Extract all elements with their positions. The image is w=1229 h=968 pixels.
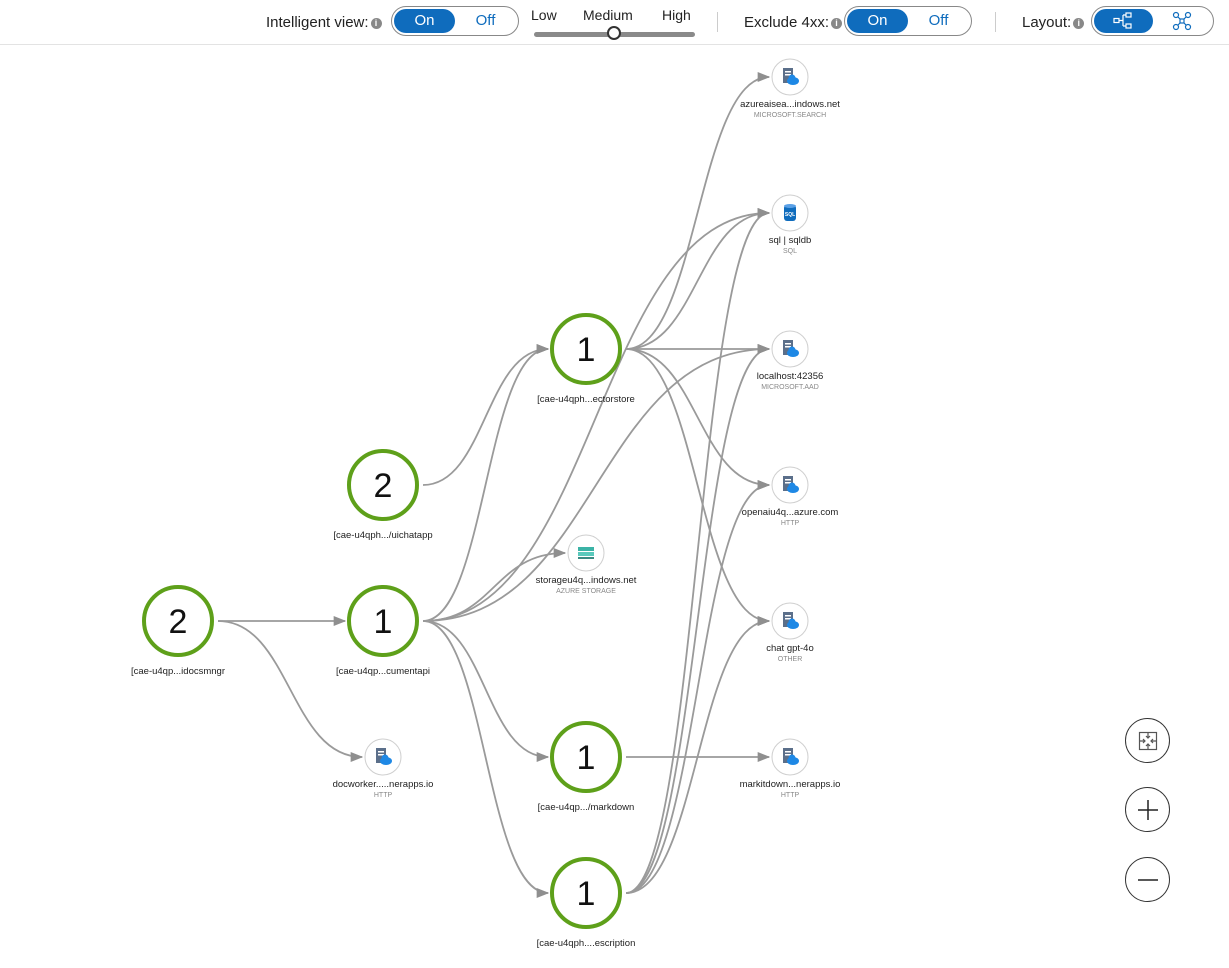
sql-icon: SQL [784,204,796,221]
edge-documentapi-to-vectorstore[interactable] [422,344,550,622]
node-label: [cae-u4qph....escription [537,938,636,949]
edge-vectorstore-to-sql[interactable] [625,207,771,350]
edge-vectorstore-to-chatgpt[interactable] [625,348,771,626]
node-label: [cae-u4qph...ectorstore [537,394,635,405]
node-openai[interactable]: openaiu4q...azure.com HTTP [742,466,839,527]
edge-uichatapp-to-vectorstore[interactable] [422,343,550,486]
edge-description-to-sql[interactable] [625,208,771,894]
node-storage[interactable]: storageu4q...indows.net AZURE STORAGE [536,534,637,595]
node-instance-count: 1 [577,739,596,777]
exclude-4xx-on[interactable]: On [847,9,908,33]
layout-text: Layout: [1022,14,1072,31]
zoom-out-button[interactable] [1125,857,1170,902]
hierarchical-layout-button[interactable] [1094,9,1153,33]
exclude-4xx-off[interactable]: Off [908,9,969,33]
edge-docsmngr-to-docworker[interactable] [217,620,364,763]
network-layout-icon [1172,11,1191,31]
info-icon[interactable]: i [370,17,382,29]
slider-medium-label: Medium [583,7,633,23]
fit-to-screen-icon [1138,731,1157,750]
intelligent-view-text: Intelligent view: [266,14,369,31]
info-icon[interactable]: i [831,17,843,29]
intelligent-view-label: Intelligent view: i [266,14,382,31]
node-instance-count: 2 [374,467,393,505]
intelligent-view-off[interactable]: Off [455,9,516,33]
dependency-label: storageu4q...indows.net [536,575,637,586]
dependency-label: openaiu4q...azure.com [742,507,839,518]
node-label: [cae-u4qp...cumentapi [336,666,430,677]
dependency-type: MICROSOFT.AAD [761,384,819,391]
node-description[interactable]: 1 [cae-u4qph....escription [537,857,636,949]
node-docworker[interactable]: docworker.....nerapps.io HTTP [333,738,434,799]
node-docsmngr[interactable]: 2 [cae-u4qp...idocsmngr [131,585,225,677]
dependency-type: MICROSOFT.SEARCH [754,112,826,119]
node-instance-count: 1 [577,875,596,913]
toolbar: Intelligent view: i On Off Low Medium Hig… [0,0,1229,45]
edge-description-to-localhost[interactable] [625,344,771,894]
dependency-label: localhost:42356 [757,371,824,382]
dependency-label: markitdown...nerapps.io [740,779,841,790]
dependency-type: HTTP [781,520,800,527]
dependency-type: HTTP [374,792,393,799]
exclude-4xx-toggle[interactable]: On Off [844,6,972,36]
exclude-4xx-text: Exclude 4xx: [744,14,830,31]
network-layout-button[interactable] [1153,9,1212,33]
layout-label: Layout: i [1022,14,1085,31]
dependency-type: HTTP [781,792,800,799]
info-icon[interactable]: i [1073,17,1085,29]
node-instance-count: 2 [169,603,188,641]
node-chatgpt[interactable]: chat gpt-4o OTHER [766,602,814,663]
node-search[interactable]: azureaisea...indows.net MICROSOFT.SEARCH [740,58,840,119]
zoom-in-icon [1137,799,1158,820]
storage-icon [578,547,594,559]
edge-documentapi-to-description[interactable] [422,620,550,898]
node-markitdown[interactable]: markitdown...nerapps.io HTTP [740,738,841,799]
dependency-label: azureaisea...indows.net [740,99,840,110]
dependency-type: OTHER [778,656,803,663]
edge-documentapi-to-storage[interactable] [422,547,567,622]
node-localhost[interactable]: localhost:42356 MICROSOFT.AAD [757,330,824,391]
node-instance-count: 1 [374,603,393,641]
node-instance-count: 1 [577,331,596,369]
layout-toggle[interactable] [1091,6,1214,36]
slider-high-label: High [662,7,691,23]
slider-low-label: Low [531,7,557,23]
node-markdown[interactable]: 1 [cae-u4qp.../markdown [538,721,635,813]
node-label: [cae-u4qp.../markdown [538,802,635,813]
dependency-type: SQL [783,248,797,255]
edge-documentapi-to-markdown[interactable] [422,620,550,763]
fit-to-screen-button[interactable] [1125,718,1170,763]
exclude-4xx-label: Exclude 4xx: i [744,14,843,31]
intelligent-view-on[interactable]: On [394,9,455,33]
dependency-label: sql | sqldb [769,235,812,246]
divider [995,12,996,32]
node-sql[interactable]: SQL sql | sqldb SQL [769,194,812,255]
zoom-out-icon [1137,878,1158,881]
intelligent-view-toggle[interactable]: On Off [391,6,519,36]
node-uichatapp[interactable]: 2 [cae-u4qph.../uichatapp [333,449,433,541]
node-label: [cae-u4qp...idocsmngr [131,666,225,677]
hierarchical-layout-icon [1113,12,1132,29]
node-documentapi[interactable]: 1 [cae-u4qp...cumentapi [336,585,430,677]
application-map-canvas[interactable]: 2 [cae-u4qp...idocsmngr 2 [cae-u4qph.../uic… [0,45,1229,968]
node-label: [cae-u4qph.../uichatapp [333,530,432,541]
dependency-label: chat gpt-4o [766,643,814,654]
dependency-label: docworker.....nerapps.io [333,779,434,790]
sensitivity-slider-thumb[interactable] [607,26,621,40]
node-vectorstore[interactable]: 1 [cae-u4qph...ectorstore [537,313,635,405]
divider [717,12,718,32]
dependency-type: AZURE STORAGE [556,588,616,595]
svg-text:SQL: SQL [785,212,795,218]
zoom-in-button[interactable] [1125,787,1170,832]
